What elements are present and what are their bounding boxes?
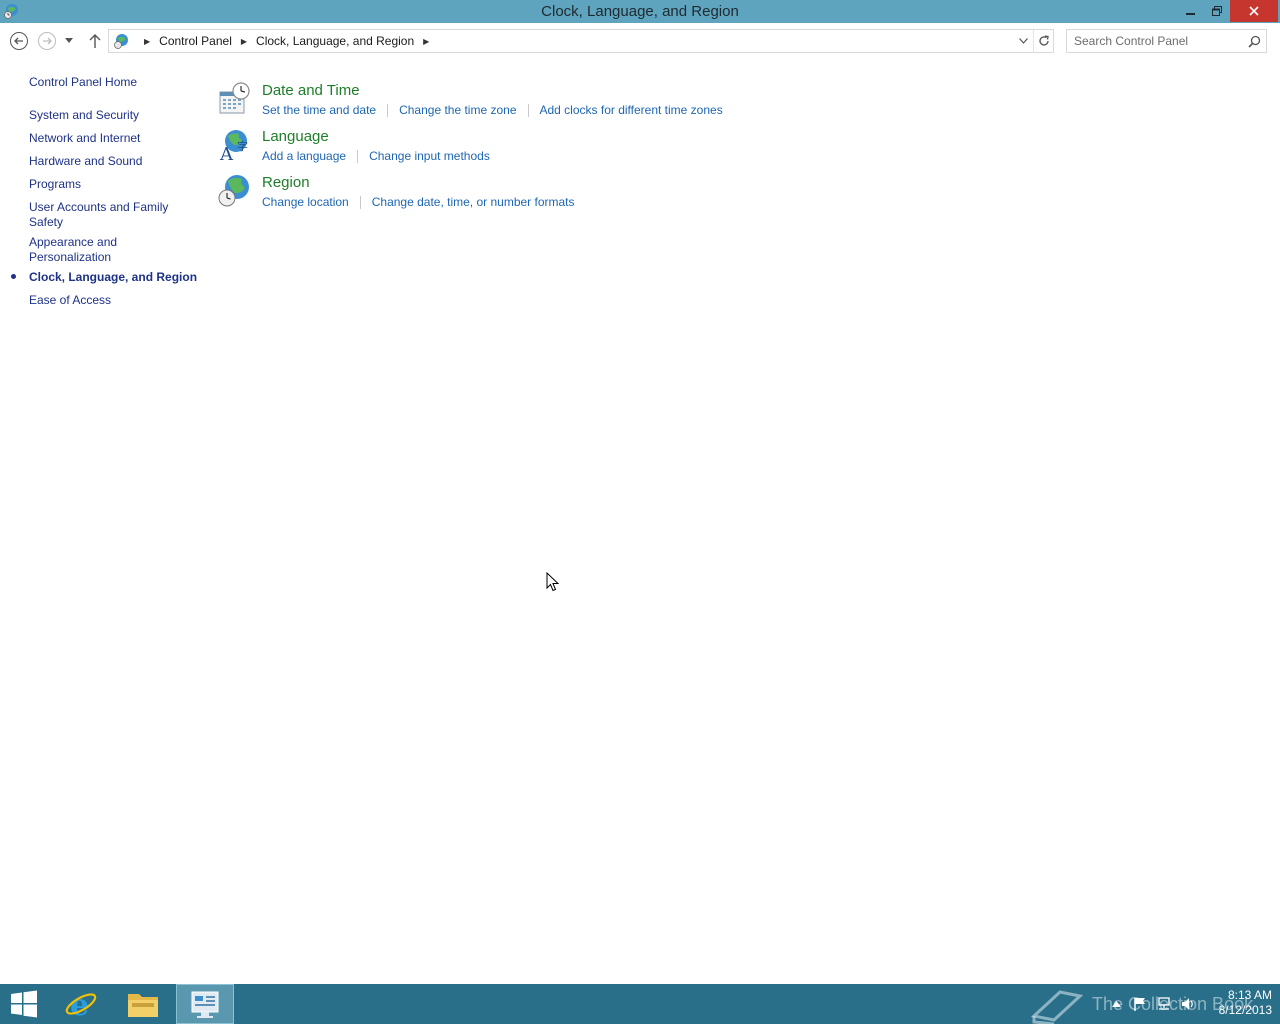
- nav-programs[interactable]: Programs: [29, 177, 189, 192]
- windows-logo-icon: [11, 990, 37, 1018]
- address-bar[interactable]: ▶ Control Panel ▶ Clock, Language, and R…: [108, 29, 1054, 53]
- nav-appearance-and-personalization[interactable]: Appearance and Personalization: [29, 235, 139, 265]
- date-time-icon[interactable]: [218, 82, 252, 116]
- minimize-button[interactable]: [1178, 0, 1204, 22]
- category-language: A 字 Language Add a language Change input…: [218, 128, 818, 168]
- search-icon: [1247, 35, 1260, 48]
- forward-arrow-icon: [38, 32, 56, 50]
- taskbar: e The Collection Book 8:13 AM 8/12/2013: [0, 984, 1280, 1024]
- refresh-button[interactable]: [1033, 30, 1054, 52]
- window-title: Clock, Language, and Region: [541, 3, 739, 20]
- forward-button[interactable]: [37, 31, 57, 51]
- search-box[interactable]: [1066, 29, 1267, 53]
- clock-time: 8:13 AM: [1227, 988, 1272, 1002]
- date-and-time-title-link[interactable]: Date and Time: [262, 82, 360, 99]
- language-icon[interactable]: A 字: [218, 128, 252, 165]
- nav-clock-language-and-region: Clock, Language, and Region: [29, 270, 198, 284]
- speaker-icon: [1182, 998, 1193, 1010]
- restore-icon: [1212, 6, 1222, 16]
- category-region: Region Change location Change date, time…: [218, 174, 818, 214]
- nav-system-and-security[interactable]: System and Security: [29, 108, 189, 123]
- control-panel-location-icon: [113, 33, 129, 49]
- link-separator: [527, 103, 529, 117]
- nav-hardware-and-sound[interactable]: Hardware and Sound: [29, 154, 189, 169]
- action-center-button[interactable]: [1128, 984, 1152, 1024]
- nav-ease-of-access[interactable]: Ease of Access: [29, 293, 189, 308]
- restore-button[interactable]: [1204, 0, 1230, 22]
- start-button[interactable]: [0, 984, 48, 1024]
- change-location-link[interactable]: Change location: [262, 195, 349, 209]
- refresh-icon: [1039, 35, 1049, 46]
- breadcrumb-separator-icon[interactable]: ▶: [144, 37, 150, 46]
- show-hidden-icons-button[interactable]: [1104, 984, 1128, 1024]
- breadcrumb-separator-icon[interactable]: ▶: [423, 37, 429, 46]
- up-arrow-icon: [89, 34, 101, 48]
- link-separator: [357, 149, 359, 163]
- address-history-dropdown[interactable]: [1013, 30, 1033, 52]
- language-title-link[interactable]: Language: [262, 128, 329, 145]
- date-and-time-task-links: Set the time and date Change the time zo…: [262, 103, 723, 117]
- clock-date: 8/12/2013: [1218, 1003, 1272, 1017]
- network-icon: [1158, 997, 1170, 1010]
- search-input[interactable]: [1067, 30, 1243, 52]
- control-panel-icon: [191, 991, 219, 1018]
- network-button[interactable]: [1152, 984, 1176, 1024]
- chevron-down-icon: [1018, 38, 1028, 44]
- recent-locations-button[interactable]: [62, 31, 76, 51]
- current-page-bullet-icon: [11, 274, 16, 279]
- change-time-zone-link[interactable]: Change the time zone: [399, 103, 516, 117]
- book-watermark-icon: [1030, 990, 1084, 1024]
- svg-text:A: A: [219, 144, 234, 162]
- region-globe-icon[interactable]: [218, 174, 252, 208]
- mouse-cursor-icon: [546, 571, 560, 592]
- system-tray: [1104, 984, 1200, 1024]
- set-time-and-date-link[interactable]: Set the time and date: [262, 103, 376, 117]
- language-task-links: Add a language Change input methods: [262, 149, 490, 163]
- internet-explorer-icon: e: [65, 988, 97, 1021]
- breadcrumb-control-panel[interactable]: Control Panel: [159, 34, 232, 48]
- taskbar-control-panel-active[interactable]: [176, 984, 234, 1024]
- svg-text:e: e: [70, 988, 89, 1021]
- back-arrow-icon: [10, 32, 28, 50]
- breadcrumb-clock-language-region[interactable]: Clock, Language, and Region: [256, 34, 414, 48]
- change-formats-link[interactable]: Change date, time, or number formats: [372, 195, 575, 209]
- folder-icon: [128, 994, 158, 1017]
- svg-text:字: 字: [237, 139, 248, 153]
- category-date-and-time: Date and Time Set the time and date Chan…: [218, 82, 818, 122]
- minimize-icon: [1186, 13, 1195, 15]
- up-button[interactable]: [85, 31, 105, 51]
- chevron-down-icon: [65, 38, 73, 43]
- nav-user-accounts-and-family-safety[interactable]: User Accounts and Family Safety: [29, 200, 179, 230]
- flag-icon: [1134, 998, 1145, 1011]
- close-icon: [1249, 6, 1259, 16]
- add-a-language-link[interactable]: Add a language: [262, 149, 346, 163]
- breadcrumb: ▶ Control Panel ▶ Clock, Language, and R…: [135, 30, 438, 52]
- link-separator: [359, 195, 361, 209]
- add-clocks-link[interactable]: Add clocks for different time zones: [540, 103, 723, 117]
- search-button[interactable]: [1245, 33, 1263, 49]
- chevron-up-icon: [1111, 1001, 1121, 1007]
- change-input-methods-link[interactable]: Change input methods: [369, 149, 490, 163]
- close-button[interactable]: [1230, 0, 1278, 22]
- breadcrumb-separator-icon[interactable]: ▶: [241, 37, 247, 46]
- taskbar-file-explorer[interactable]: [114, 984, 172, 1024]
- link-separator: [387, 103, 389, 117]
- taskbar-clock[interactable]: 8:13 AM 8/12/2013: [1196, 988, 1272, 1018]
- title-bar[interactable]: Clock, Language, and Region: [0, 0, 1280, 23]
- region-title-link[interactable]: Region: [262, 174, 310, 191]
- region-task-links: Change location Change date, time, or nu…: [262, 195, 575, 209]
- back-button[interactable]: [9, 31, 29, 51]
- nav-network-and-internet[interactable]: Network and Internet: [29, 131, 189, 146]
- taskbar-internet-explorer[interactable]: e: [52, 984, 110, 1024]
- nav-control-panel-home[interactable]: Control Panel Home: [29, 75, 189, 90]
